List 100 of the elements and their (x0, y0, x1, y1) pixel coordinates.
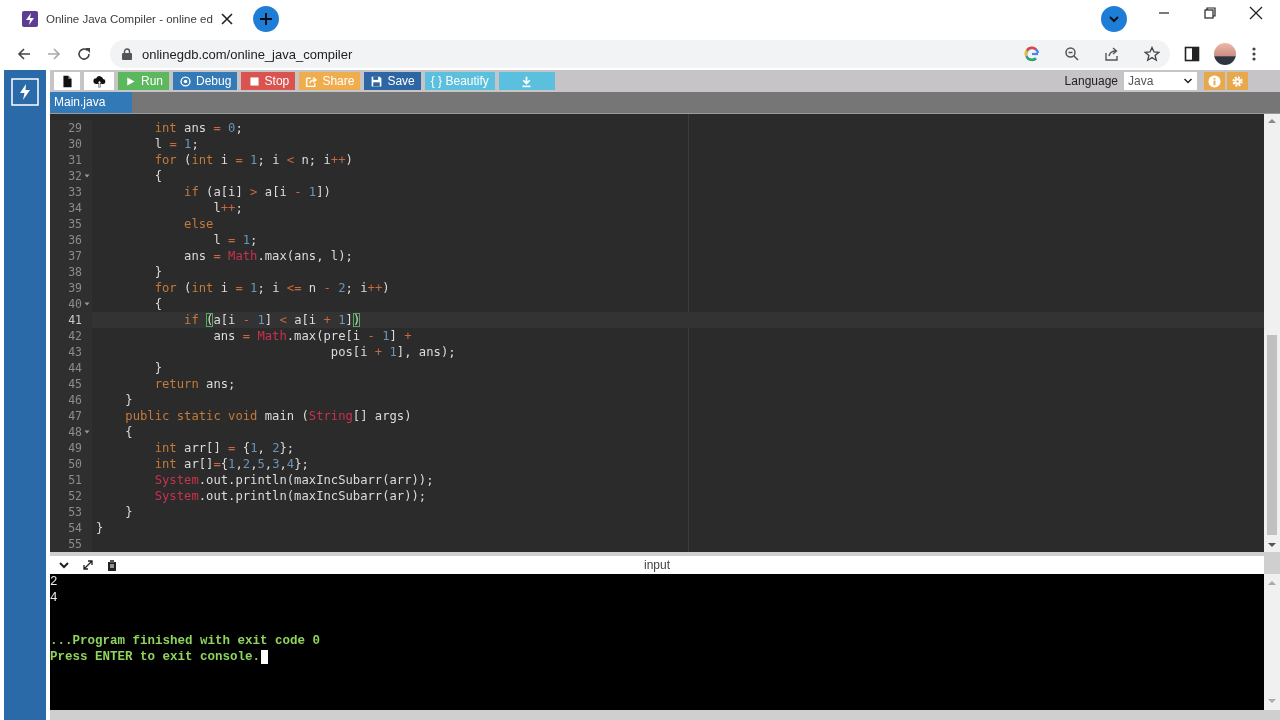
scrollbar[interactable] (1264, 114, 1280, 552)
line-number: 35 (68, 217, 82, 231)
code-line: } (153, 264, 163, 280)
line-number: 30 (68, 137, 82, 151)
code-line: public static void main (String[] args) (124, 408, 412, 424)
code-line: if (a[i - 1] < a[i + 1]) (183, 312, 361, 328)
caret-icon (1183, 76, 1193, 86)
line-number: 53 (68, 505, 82, 519)
sidebar-icon[interactable] (1184, 46, 1200, 62)
code-line: if (a[i] > a[i - 1]) (183, 184, 331, 200)
line-number: 50 (68, 457, 82, 471)
language-label: Language (1064, 74, 1118, 88)
arrow-down-icon (1268, 698, 1276, 704)
output-line: 4 (50, 590, 58, 606)
restore-icon[interactable] (1203, 6, 1217, 20)
share-icon[interactable] (1104, 46, 1120, 62)
code-line: int ar[]={1,2,5,3,4}; (153, 456, 309, 472)
chevron-down-icon[interactable] (1101, 6, 1127, 32)
line-number: 37 (68, 249, 82, 263)
code-line: } (124, 392, 133, 408)
download-icon (520, 74, 534, 88)
line-number: 47 (68, 409, 82, 423)
line-number: 38 (68, 265, 82, 279)
fold-icon[interactable] (84, 429, 90, 435)
file-icon (60, 74, 74, 88)
code-line: } (124, 504, 133, 520)
line-number: 55 (68, 537, 82, 551)
close-icon[interactable] (1249, 6, 1263, 20)
line-number: 33 (68, 185, 82, 199)
plus-icon[interactable] (252, 6, 279, 32)
lock-icon (122, 48, 132, 60)
address-bar[interactable]: onlinegdb.com/online_java_compiler (110, 40, 1170, 68)
lightning-icon (22, 11, 38, 27)
share-icon (305, 74, 319, 88)
code-line: l = 1; (212, 232, 258, 248)
arrow-up-icon (1268, 118, 1276, 124)
code-line: } (96, 520, 104, 536)
more-icon[interactable] (1252, 46, 1256, 62)
code-line: l++; (212, 200, 243, 216)
floppy-icon (370, 74, 384, 88)
code-line: System.out.println(maxIncSubarr(ar)); (153, 488, 427, 504)
line-number: 51 (68, 473, 82, 487)
expand-icon[interactable] (82, 559, 94, 571)
line-number: 45 (68, 377, 82, 391)
close-icon[interactable] (220, 13, 233, 25)
code-line: for (int i = 1; i < n; i++) (153, 152, 353, 168)
line-number: 31 (68, 153, 82, 167)
line-number: 46 (68, 393, 82, 407)
star-icon[interactable] (1144, 46, 1160, 62)
scrollbar[interactable] (1264, 574, 1280, 710)
fold-icon[interactable] (84, 173, 90, 179)
line-number: 29 (68, 121, 82, 135)
g-logo-icon[interactable] (1024, 46, 1040, 62)
line-number: 43 (68, 345, 82, 359)
reload-icon[interactable] (76, 46, 92, 62)
output-line: 2 (50, 575, 58, 591)
code-line: pos[i + 1], ans); (329, 344, 456, 360)
line-number: 49 (68, 441, 82, 455)
info-icon (1208, 74, 1221, 88)
logo-icon[interactable] (11, 78, 39, 106)
upload-button[interactable] (84, 72, 114, 90)
zoom-out-icon[interactable] (1064, 46, 1080, 62)
line-number: 52 (68, 489, 82, 503)
status-message: ...Program finished with exit code 0 (50, 634, 321, 650)
language-select[interactable]: Java (1124, 72, 1197, 90)
line-number: 48 (68, 425, 82, 439)
clipboard-icon[interactable] (106, 559, 118, 571)
arrow-down-icon (1268, 542, 1276, 548)
fold-icon[interactable] (84, 301, 90, 307)
avatar-icon[interactable] (1214, 43, 1236, 65)
line-number: 54 (68, 521, 82, 535)
chevron-down-icon[interactable] (58, 559, 70, 571)
line-number: 36 (68, 233, 82, 247)
code-line: l = 1; (153, 136, 199, 152)
code-line: System.out.println(maxIncSubarr(arr)); (153, 472, 434, 488)
line-number: 44 (68, 361, 82, 375)
line-number: 40 (68, 297, 82, 311)
code-line: else (183, 216, 214, 232)
input-label: input (644, 558, 670, 572)
code-line: { (153, 296, 163, 312)
code-line: { (153, 168, 163, 184)
stop-icon (247, 74, 261, 88)
file-tab[interactable]: Main.java (50, 92, 132, 113)
cloud-upload-icon (92, 74, 106, 88)
code-line: for (int i = 1; i <= n - 2; i++) (153, 280, 390, 296)
line-number: 41 (68, 313, 82, 327)
line-number: 39 (68, 281, 82, 295)
settings-icon (1231, 74, 1244, 88)
run-button[interactable]: Run (118, 72, 169, 90)
target-icon (179, 74, 192, 88)
status-message: Press ENTER to exit console. (50, 649, 261, 665)
new-file-button[interactable] (54, 72, 80, 90)
arrow-up-icon (1268, 580, 1276, 586)
back-icon[interactable] (16, 46, 32, 62)
save-button[interactable]: Save (364, 72, 421, 90)
line-number: 34 (68, 201, 82, 215)
debug-button[interactable]: Debug (173, 72, 238, 90)
line-number: 32 (68, 169, 82, 183)
stop-button[interactable]: Stop (241, 72, 296, 90)
code-line: int arr[] = {1, 2}; (153, 440, 295, 456)
